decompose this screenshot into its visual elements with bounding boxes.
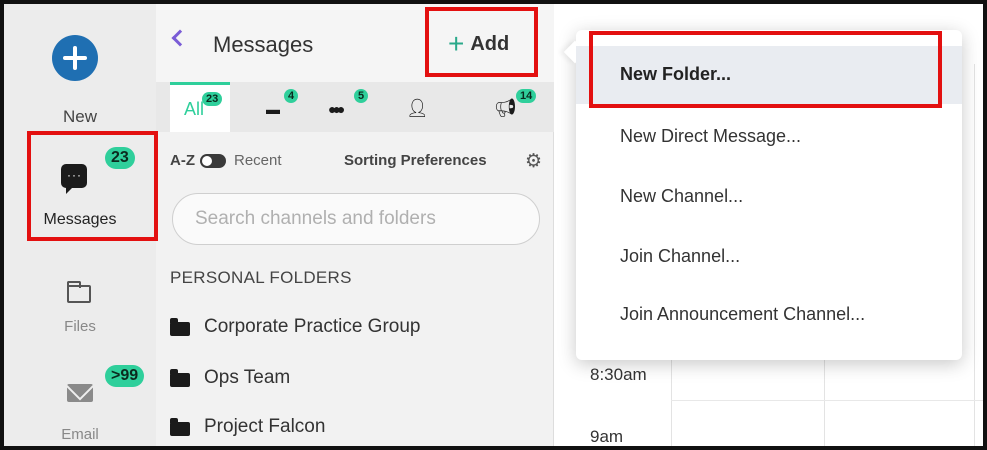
time-label: 8:30am [590, 365, 647, 384]
menu-item-label: New Direct Message... [620, 126, 802, 146]
menu-item-new-folder[interactable]: New Folder... [576, 46, 962, 104]
calendar-divider [974, 64, 975, 446]
tab-all-badge: 23 [202, 92, 223, 106]
section-title: PERSONAL FOLDERS [170, 268, 352, 287]
menu-item-new-direct-message[interactable]: New Direct Message... [576, 108, 962, 166]
folder-label: Ops Team [204, 367, 291, 388]
plus-icon: + [448, 28, 465, 59]
gear-icon[interactable]: ⚙ [525, 150, 542, 173]
search-input[interactable] [172, 193, 540, 245]
folder-icon [170, 418, 190, 436]
menu-item-join-channel[interactable]: Join Channel... [576, 228, 962, 286]
calendar-gridline [671, 400, 983, 401]
menu-item-label: Join Announcement Channel... [620, 304, 866, 324]
tab-folders[interactable]: ▬ 4 [256, 82, 306, 132]
sort-row: A-Z Recent Sorting Preferences ⚙ [156, 144, 554, 180]
email-label: Email [61, 426, 99, 443]
tab-all-label: All [184, 99, 205, 119]
tab-direct[interactable]: 👤︎ [396, 82, 436, 132]
folder-icon [170, 318, 190, 336]
person-icon: 👤︎ [406, 98, 429, 118]
list-item[interactable]: Ops Team [170, 364, 550, 394]
add-menu: New Folder... New Direct Message... New … [576, 30, 962, 360]
sort-recent-label: Recent [234, 152, 282, 169]
back-chevron-icon[interactable] [171, 29, 189, 47]
menu-item-label: New Folder... [620, 64, 732, 84]
panel-title: Messages [213, 32, 314, 57]
tab-all[interactable]: All 23 [170, 82, 230, 132]
nav-rail: New ··· 23 Messages Files >99 Email [4, 4, 156, 446]
files-label: Files [64, 318, 96, 335]
add-label: Add [470, 33, 510, 55]
panel-header: Messages + Add [156, 4, 554, 82]
sorting-preferences-link[interactable]: Sorting Preferences [344, 152, 487, 169]
envelope-icon [67, 384, 93, 402]
folder-icon [170, 369, 190, 387]
messages-count-badge: 23 [105, 147, 135, 169]
folder-label: Corporate Practice Group [204, 316, 421, 337]
messages-label: Messages [43, 211, 117, 228]
add-button[interactable]: + Add [448, 28, 509, 60]
new-label: New [62, 107, 97, 126]
tab-groups-badge: 5 [354, 89, 369, 103]
menu-item-join-announcement-channel[interactable]: Join Announcement Channel... [576, 286, 962, 344]
megaphone-icon: 📢︎ [494, 98, 517, 118]
tab-groups[interactable]: ●●● 5 [320, 82, 376, 132]
folder-label: Project Falcon [204, 416, 326, 437]
sort-az-label: A-Z [170, 152, 195, 169]
messages-panel: Messages + Add All 23 ▬ 4 ●●● 5 👤︎ 📢︎ 14… [156, 4, 554, 446]
group-icon: ●●● [328, 101, 345, 117]
tab-folders-badge: 4 [284, 89, 299, 103]
new-button[interactable] [52, 35, 98, 81]
tab-announcements[interactable]: 📢︎ 14 [476, 82, 546, 132]
folder-icon: ▬ [266, 101, 280, 117]
list-item[interactable]: Project Falcon [170, 413, 550, 443]
menu-item-label: Join Channel... [620, 246, 741, 266]
tab-announcements-badge: 14 [516, 89, 537, 103]
filter-tabs: All 23 ▬ 4 ●●● 5 👤︎ 📢︎ 14 [156, 82, 554, 132]
folder-icon [67, 281, 91, 303]
sort-toggle[interactable] [200, 154, 226, 168]
screenshot-frame: New ··· 23 Messages Files >99 Email Mess… [0, 0, 987, 450]
email-count-badge: >99 [105, 365, 145, 387]
list-item[interactable]: Corporate Practice Group [170, 313, 550, 343]
time-label: 9am [590, 427, 624, 446]
chat-bubble-icon: ··· [61, 164, 87, 194]
menu-item-label: New Channel... [620, 186, 744, 206]
menu-item-new-channel[interactable]: New Channel... [576, 168, 962, 226]
